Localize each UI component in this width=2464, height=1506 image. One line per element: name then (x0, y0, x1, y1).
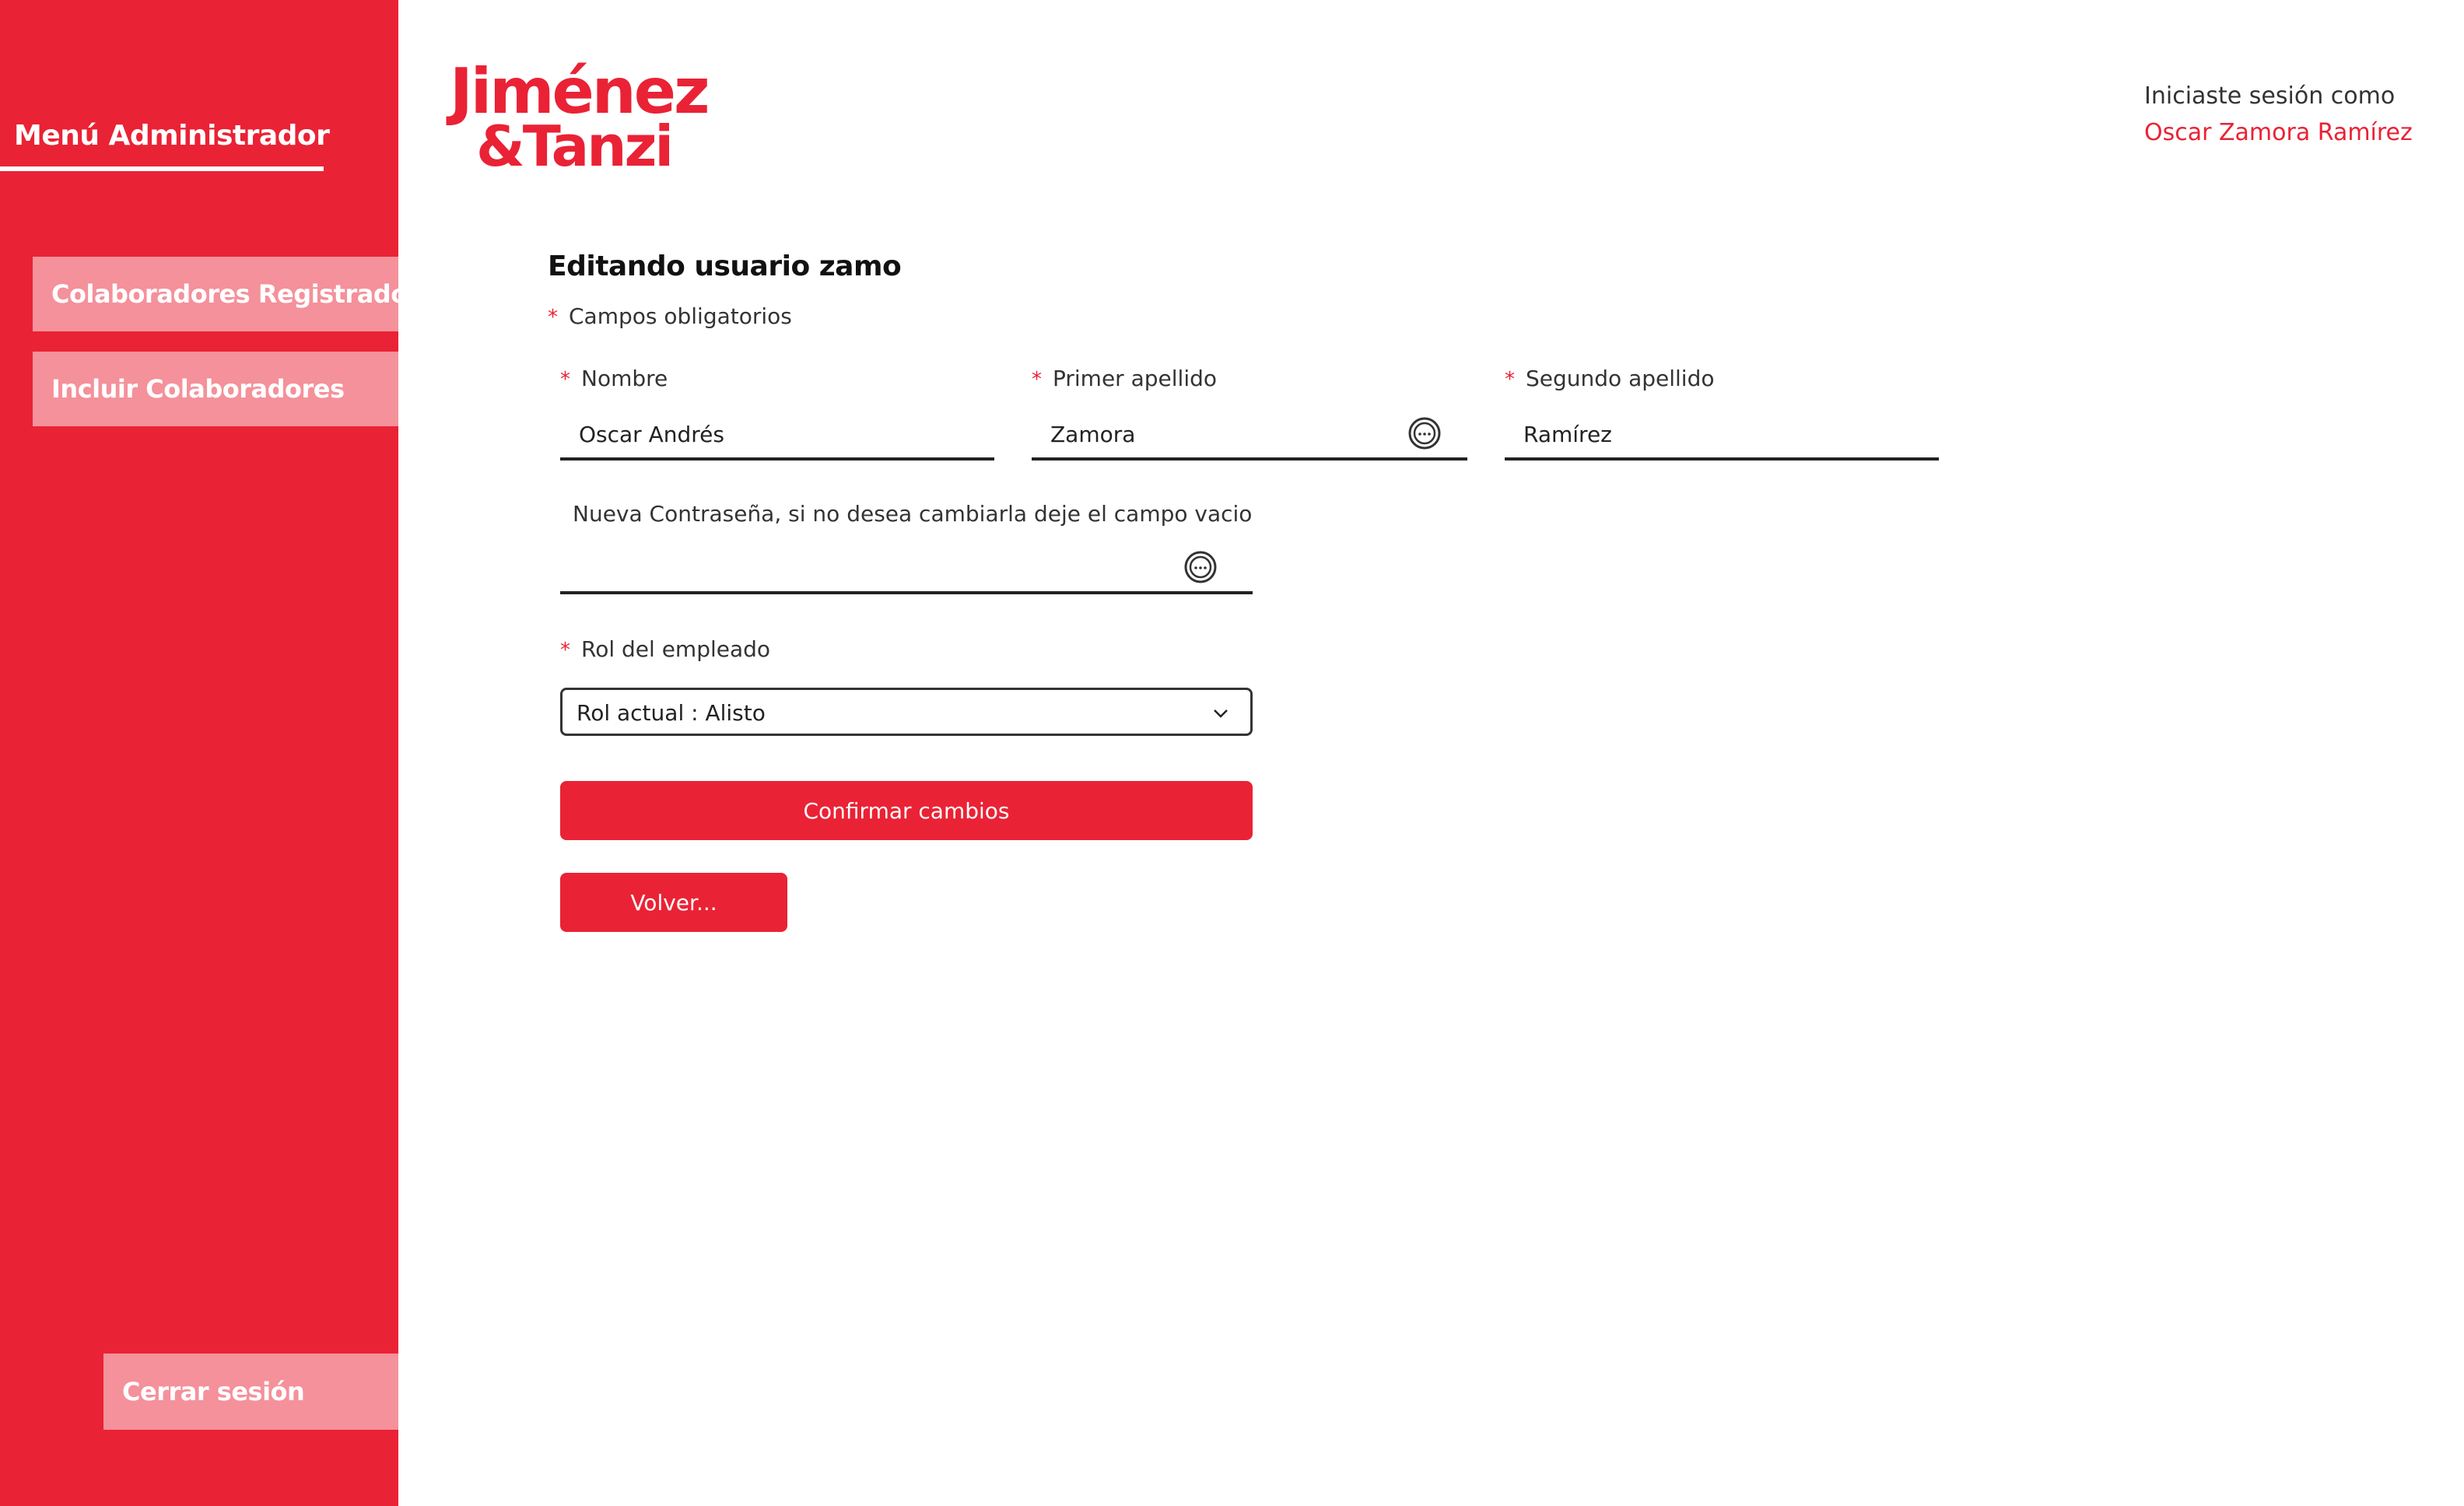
nombre-label: * Nombre (560, 366, 668, 391)
required-note-text: Campos obligatorios (569, 303, 792, 329)
required-fields-note: * Campos obligatorios (548, 303, 792, 329)
required-star: * (548, 306, 558, 329)
sidebar-title: Menú Administrador (14, 120, 330, 152)
required-star: * (1032, 368, 1042, 391)
segundo-apellido-field[interactable]: Ramírez (1505, 412, 1939, 461)
segundo-apellido-label-text: Segundo apellido (1526, 366, 1715, 391)
nombre-field[interactable]: Oscar Andrés (560, 412, 994, 461)
session-info: Iniciaste sesión como Oscar Zamora Ramír… (2144, 82, 2413, 146)
primer-apellido-label: * Primer apellido (1032, 366, 1217, 391)
sidebar: Menú Administrador Colaboradores Registr… (0, 0, 422, 1506)
primer-apellido-value: Zamora (1050, 422, 1136, 447)
primer-apellido-field[interactable]: Zamora (1032, 412, 1467, 461)
password-label: Nueva Contraseña, si no desea cambiarla … (573, 501, 1253, 527)
password-reveal-icon[interactable] (1183, 549, 1218, 585)
password-field[interactable] (560, 546, 1253, 594)
segundo-apellido-value: Ramírez (1523, 422, 1612, 447)
back-label: Volver... (630, 889, 717, 916)
rol-label: * Rol del empleado (560, 636, 770, 662)
rol-select[interactable]: Rol actual : Alisto (560, 688, 1253, 736)
required-star: * (560, 368, 570, 391)
sidebar-item-incluir-colaboradores[interactable]: Incluir Colaboradores (33, 352, 398, 426)
sidebar-item-colaboradores-registrados[interactable]: Colaboradores Registrados (33, 257, 422, 331)
required-star: * (1505, 368, 1515, 391)
page-title: Editando usuario zamo (548, 250, 902, 282)
password-reveal-icon[interactable] (1407, 415, 1442, 451)
required-star: * (560, 639, 570, 662)
logout-button[interactable]: Cerrar sesión (103, 1354, 398, 1430)
brand-logo: Jiménez &Tanzi (450, 61, 710, 175)
logout-label: Cerrar sesión (122, 1377, 305, 1406)
back-button[interactable]: Volver... (560, 873, 787, 932)
rol-label-text: Rol del empleado (581, 636, 771, 662)
chevron-down-icon (1214, 709, 1228, 718)
nombre-label-text: Nombre (581, 366, 668, 391)
rol-selected-value: Rol actual : Alisto (577, 700, 766, 726)
sidebar-title-underline (0, 166, 324, 171)
session-user-name: Oscar Zamora Ramírez (2144, 119, 2413, 146)
sidebar-item-label: Colaboradores Registrados (51, 279, 422, 309)
primer-apellido-label-text: Primer apellido (1053, 366, 1217, 391)
session-label: Iniciaste sesión como (2144, 82, 2396, 110)
nombre-value: Oscar Andrés (579, 422, 724, 447)
confirm-changes-label: Confirmar cambios (803, 797, 1010, 824)
confirm-changes-button[interactable]: Confirmar cambios (560, 781, 1253, 840)
sidebar-item-label: Incluir Colaboradores (51, 374, 345, 404)
segundo-apellido-label: * Segundo apellido (1505, 366, 1714, 391)
